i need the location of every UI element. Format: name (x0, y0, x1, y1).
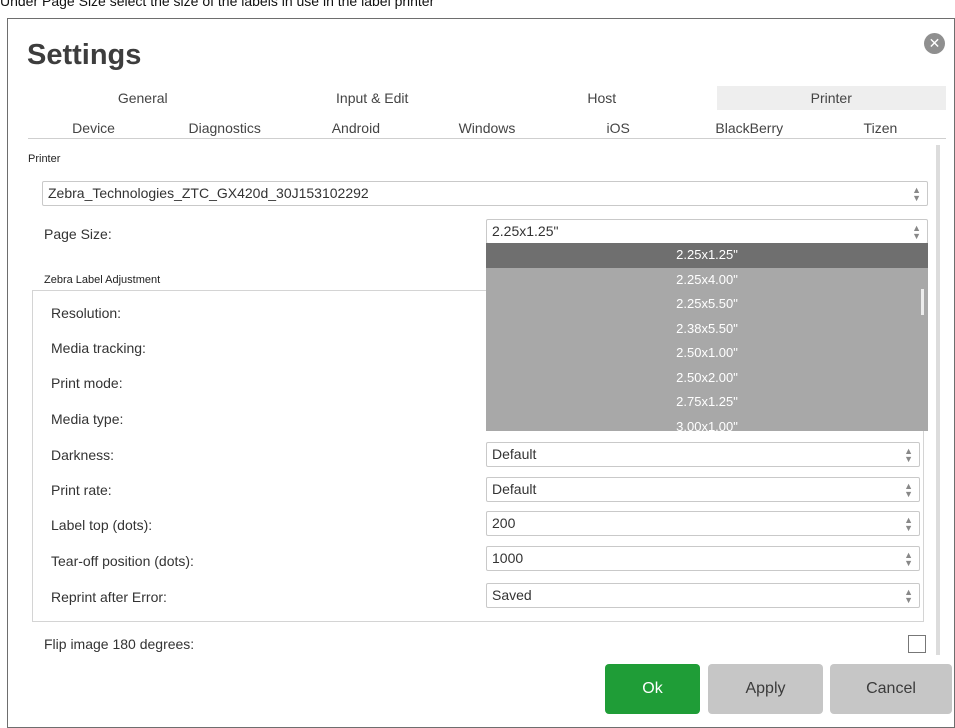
secondary-tabs: Device Diagnostics Android Windows iOS B… (28, 117, 946, 139)
dropdown-scrollbar[interactable] (921, 289, 924, 315)
tab-android[interactable]: Android (290, 117, 421, 138)
print-rate-select[interactable]: Default ▲ ▼ (486, 477, 920, 502)
page-size-select-value: 2.25x1.25" (492, 223, 559, 239)
tab-diagnostics[interactable]: Diagnostics (159, 117, 290, 138)
flip-image-checkbox[interactable] (908, 635, 926, 653)
select-arrows-icon: ▲ ▼ (912, 223, 921, 241)
darkness-label: Darkness: (51, 447, 115, 463)
tab-input-edit[interactable]: Input & Edit (258, 86, 488, 110)
dropdown-option[interactable]: 2.50x1.00" (486, 341, 928, 366)
zebra-section-label: Zebra Label Adjustment (44, 274, 161, 286)
ok-button[interactable]: Ok (605, 664, 700, 714)
tear-off-position-label: Tear-off position (dots): (51, 553, 194, 569)
dropdown-option[interactable]: 3.00x1.00" (486, 415, 928, 432)
label-top-select[interactable]: 200 ▲ ▼ (486, 511, 920, 536)
select-arrows-icon: ▲ ▼ (904, 587, 913, 605)
select-arrows-icon: ▲ ▼ (912, 185, 921, 203)
tab-host[interactable]: Host (487, 86, 717, 110)
printer-select-value: Zebra_Technologies_ZTC_GX420d_30J1531022… (48, 185, 369, 201)
settings-scrollbar[interactable] (936, 145, 940, 655)
page-size-label: Page Size: (44, 226, 112, 242)
primary-tabs: General Input & Edit Host Printer (28, 86, 946, 110)
reprint-after-error-label: Reprint after Error: (51, 589, 167, 605)
select-arrows-icon: ▲ ▼ (904, 481, 913, 499)
print-rate-label: Print rate: (51, 482, 112, 498)
printer-select[interactable]: Zebra_Technologies_ZTC_GX420d_30J1531022… (42, 181, 928, 206)
flip-image-label: Flip image 180 degrees: (44, 636, 195, 652)
label-top-label: Label top (dots): (51, 517, 153, 533)
dropdown-option[interactable]: 2.38x5.50" (486, 317, 928, 342)
reprint-after-error-select-value: Saved (492, 587, 532, 603)
apply-button[interactable]: Apply (708, 664, 823, 714)
select-arrows-icon: ▲ ▼ (904, 550, 913, 568)
darkness-select[interactable]: Default ▲ ▼ (486, 442, 920, 467)
tab-windows[interactable]: Windows (421, 117, 552, 138)
media-type-label: Media type: (51, 411, 124, 427)
page-size-select[interactable]: 2.25x1.25" ▲ ▼ (486, 219, 928, 244)
resolution-label: Resolution: (51, 305, 122, 321)
label-top-select-value: 200 (492, 515, 516, 531)
dropdown-option[interactable]: 2.25x5.50" (486, 292, 928, 317)
tab-blackberry[interactable]: BlackBerry (684, 117, 815, 138)
close-icon[interactable]: ✕ (924, 33, 945, 54)
print-mode-label: Print mode: (51, 375, 123, 391)
reprint-after-error-select[interactable]: Saved ▲ ▼ (486, 583, 920, 608)
tear-off-position-select-value: 1000 (492, 550, 524, 566)
cancel-button[interactable]: Cancel (830, 664, 952, 714)
tab-general[interactable]: General (28, 86, 258, 110)
print-rate-select-value: Default (492, 481, 537, 497)
dropdown-option[interactable]: 2.25x1.25" (486, 243, 928, 268)
tab-printer[interactable]: Printer (716, 86, 946, 110)
dropdown-option[interactable]: 2.50x2.00" (486, 366, 928, 391)
printer-section-label: Printer (28, 153, 61, 165)
select-arrows-icon: ▲ ▼ (904, 515, 913, 533)
tear-off-position-select[interactable]: 1000 ▲ ▼ (486, 546, 920, 571)
select-arrows-icon: ▲ ▼ (904, 446, 913, 464)
tab-device[interactable]: Device (28, 117, 159, 138)
page-size-dropdown: 2.25x1.25" 2.25x4.00" 2.25x5.50" 2.38x5.… (486, 243, 928, 431)
tab-ios[interactable]: iOS (553, 117, 684, 138)
media-tracking-label: Media tracking: (51, 340, 146, 356)
dialog-title: Settings (27, 39, 142, 71)
darkness-select-value: Default (492, 446, 537, 462)
dropdown-option[interactable]: 2.25x4.00" (486, 268, 928, 293)
tab-tizen[interactable]: Tizen (815, 117, 946, 138)
dropdown-option[interactable]: 2.75x1.25" (486, 390, 928, 415)
page-caption: Under Page Size select the size of the l… (0, 0, 435, 9)
